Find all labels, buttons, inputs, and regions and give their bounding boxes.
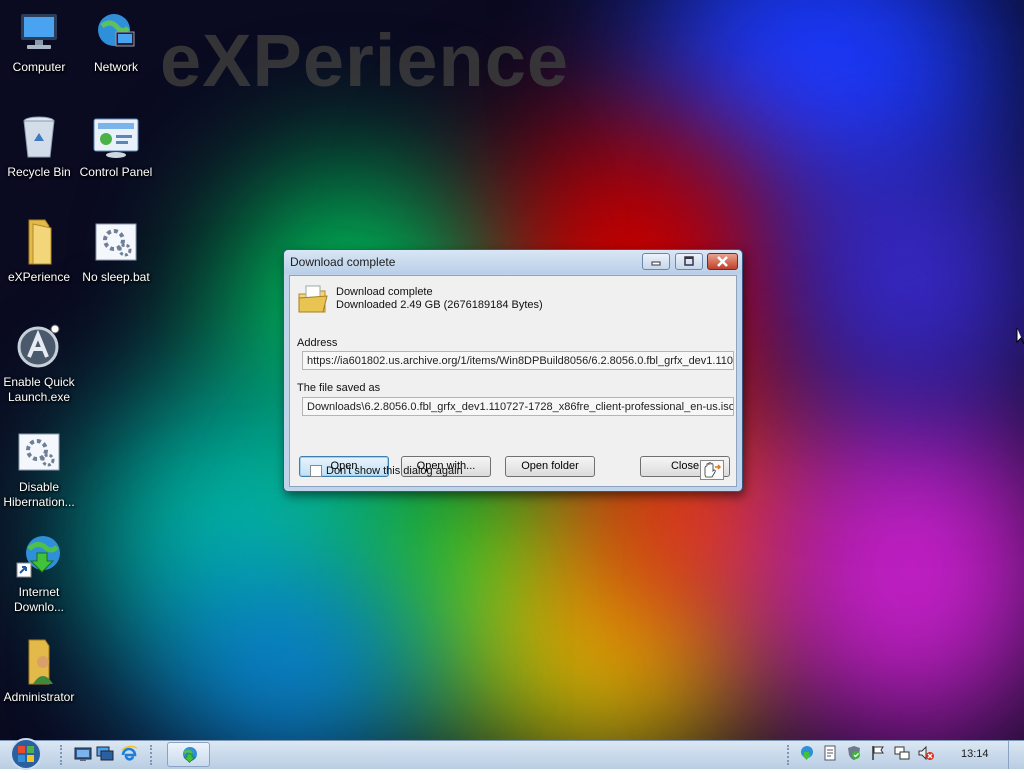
tray-action-center[interactable] bbox=[870, 745, 886, 764]
maximize-button[interactable] bbox=[675, 253, 703, 270]
download-complete-dialog: Download complete Download complete Down… bbox=[283, 249, 743, 492]
desktop-icon-label: Enable Quick Launch.exe bbox=[3, 375, 75, 404]
internet-download-manager-icon bbox=[15, 533, 63, 581]
switch-windows-icon bbox=[96, 746, 114, 761]
batch-file-icon bbox=[15, 428, 63, 476]
open-folder-button[interactable]: Open folder bbox=[505, 456, 595, 477]
network-icon bbox=[894, 746, 910, 760]
user-folder-icon bbox=[15, 638, 63, 686]
wallpaper-watermark: eXPerience bbox=[160, 19, 570, 102]
desktop-icon-experience-folder[interactable]: eXPerience bbox=[0, 218, 78, 285]
address-field[interactable]: https://ia601802.us.archive.org/1/items/… bbox=[302, 351, 734, 370]
desktop-icon-recycle-bin[interactable]: Recycle Bin bbox=[0, 113, 78, 180]
dialog-titlebar[interactable]: Download complete bbox=[284, 250, 742, 274]
minimize-button[interactable] bbox=[642, 253, 670, 270]
start-button[interactable] bbox=[8, 738, 44, 770]
control-panel-icon bbox=[92, 113, 140, 161]
download-folder-icon bbox=[298, 285, 328, 313]
desktop-icon-label: Disable Hibernation... bbox=[3, 480, 75, 509]
maximize-icon bbox=[684, 256, 694, 266]
desktop-icon-label: Internet Downlo... bbox=[13, 585, 65, 614]
show-desktop-icon bbox=[74, 747, 92, 761]
quick-launch-app-icon bbox=[15, 323, 63, 371]
desktop-icon-label: eXPerience bbox=[7, 270, 71, 284]
windows-start-icon bbox=[10, 738, 42, 770]
show-desktop-button[interactable] bbox=[74, 745, 92, 766]
recycle-bin-icon bbox=[15, 113, 63, 161]
taskbar-clock[interactable]: 13:14 bbox=[961, 748, 989, 760]
notepad-icon bbox=[824, 745, 836, 761]
desktop-icon-label: No sleep.bat bbox=[82, 270, 150, 284]
minimize-icon bbox=[651, 261, 661, 266]
folder-icon bbox=[15, 218, 63, 266]
downloaded-size-text: Downloaded 2.49 GB (2676189184 Bytes) bbox=[336, 299, 543, 311]
desktop-icon-disable-hibernation[interactable]: Disable Hibernation... bbox=[0, 428, 78, 510]
saved-as-label: The file saved as bbox=[297, 382, 381, 394]
desktop-icon-label: Computer bbox=[12, 60, 66, 74]
dialog-title: Download complete bbox=[290, 255, 396, 269]
taskbar: 13:14 bbox=[0, 738, 1024, 770]
desktop-icon-label: Control Panel bbox=[79, 165, 153, 179]
dont-show-again-checkbox[interactable] bbox=[310, 465, 322, 477]
tray-grip bbox=[787, 745, 793, 765]
action-center-flag-icon bbox=[872, 746, 884, 760]
hand-arrow-icon bbox=[704, 462, 722, 478]
desktop-icon-network[interactable]: Network bbox=[77, 8, 155, 75]
desktop-icon-enable-quick-launch[interactable]: Enable Quick Launch.exe bbox=[0, 323, 78, 405]
taskbar-button-internet-download-manager[interactable] bbox=[167, 742, 210, 767]
desktop-icon-label: Recycle Bin bbox=[7, 165, 71, 179]
network-icon bbox=[92, 8, 140, 56]
taskbar-grip[interactable] bbox=[60, 745, 66, 765]
volume-muted-icon bbox=[918, 745, 934, 761]
dont-show-again-label[interactable]: Don't show this dialog again bbox=[326, 465, 463, 477]
saved-as-field[interactable]: Downloads\6.2.8056.0.fbl_grfx_dev1.11072… bbox=[302, 397, 734, 416]
computer-icon bbox=[15, 8, 63, 56]
show-desktop-strip[interactable] bbox=[1008, 741, 1024, 769]
desktop-icon-control-panel[interactable]: Control Panel bbox=[77, 113, 155, 180]
security-shield-icon bbox=[848, 746, 860, 760]
close-icon bbox=[717, 256, 728, 267]
wallpaper-blob bbox=[780, 150, 1024, 410]
desktop-icon-computer[interactable]: Computer bbox=[0, 8, 78, 75]
tray-network[interactable] bbox=[894, 745, 910, 764]
internet-download-manager-icon bbox=[183, 747, 197, 763]
desktop-icon-label: Network bbox=[93, 60, 138, 74]
download-heading: Download complete bbox=[336, 286, 433, 298]
drag-options-button[interactable] bbox=[700, 460, 724, 480]
tray-volume[interactable] bbox=[918, 745, 934, 764]
taskbar-grip[interactable] bbox=[150, 745, 156, 765]
desktop-icon-internet-download-manager[interactable]: Internet Downlo... bbox=[0, 533, 78, 615]
desktop-icon-no-sleep-bat[interactable]: No sleep.bat bbox=[77, 218, 155, 285]
desktop-icon-administrator[interactable]: Administrator bbox=[0, 638, 78, 705]
internet-explorer-icon bbox=[121, 745, 138, 761]
internet-explorer-button[interactable] bbox=[120, 745, 138, 766]
tray-notepad[interactable] bbox=[822, 745, 838, 764]
tray-idm[interactable] bbox=[798, 745, 814, 764]
batch-file-icon bbox=[92, 218, 140, 266]
desktop-icon-label: Administrator bbox=[3, 690, 75, 704]
idm-tray-icon bbox=[801, 746, 813, 760]
address-label: Address bbox=[297, 337, 338, 349]
dialog-body: Download complete Downloaded 2.49 GB (26… bbox=[289, 275, 737, 487]
tray-security[interactable] bbox=[846, 745, 862, 764]
close-window-button[interactable] bbox=[707, 253, 738, 270]
mouse-cursor-icon bbox=[1016, 328, 1024, 345]
switch-windows-button[interactable] bbox=[96, 745, 114, 766]
